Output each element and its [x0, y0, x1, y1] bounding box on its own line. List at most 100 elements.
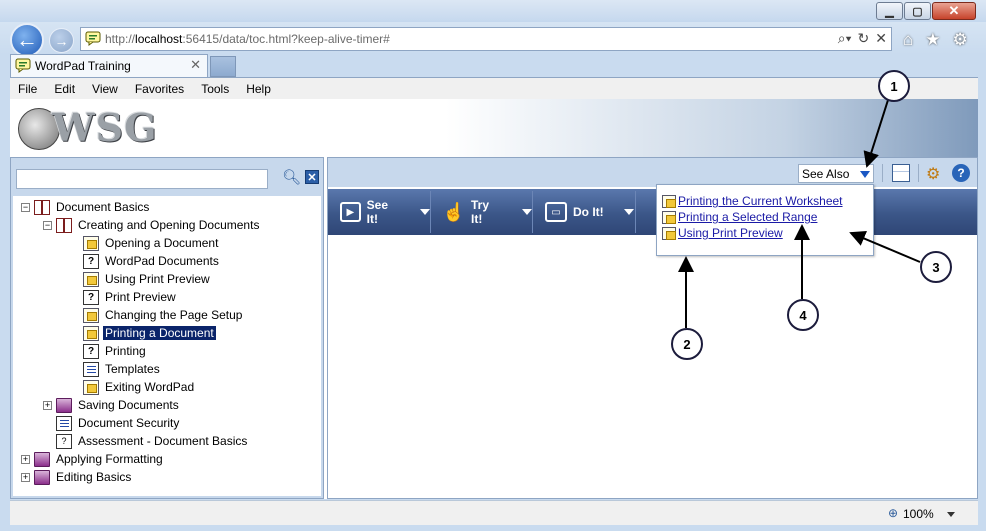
document-icon: [83, 361, 99, 377]
tab-close-icon[interactable]: ✕: [190, 57, 201, 73]
zoom-icon[interactable]: ⊕: [888, 506, 898, 520]
see-it-dropdown-icon[interactable]: [420, 209, 430, 215]
help-icon[interactable]: ?: [952, 164, 970, 182]
see-also-item[interactable]: Using Print Preview: [662, 225, 783, 241]
toc-item[interactable]: + Applying Formatting: [21, 450, 165, 468]
minimize-icon: ▁: [885, 5, 894, 18]
address-bar[interactable]: http://localhost:56415/data/toc.html?kee…: [80, 27, 892, 51]
see-also-item[interactable]: Printing a Selected Range: [662, 209, 817, 225]
topic-icon: [83, 235, 99, 251]
toc-item[interactable]: Using Print Preview: [83, 270, 212, 288]
gear-icon[interactable]: ⚙: [953, 30, 968, 50]
toc-item[interactable]: Exiting WordPad: [83, 378, 196, 396]
toc-item[interactable]: Opening a Document: [83, 234, 220, 252]
toc-search-input[interactable]: [16, 169, 268, 189]
close-window-button[interactable]: ✕: [932, 2, 976, 20]
settings-icon[interactable]: ⚙: [926, 164, 944, 183]
collapse-icon[interactable]: −: [43, 220, 52, 230]
page-content: WSG 🔍︎ ✕ − Document Basics − Creating and O…: [10, 99, 978, 499]
see-also-popup: Printing the Current Worksheet Printing …: [656, 184, 874, 256]
assessment-icon: ?: [56, 433, 72, 449]
see-also-item[interactable]: Printing the Current Worksheet: [662, 193, 843, 209]
menu-view[interactable]: View: [92, 82, 118, 96]
do-it-label: Do It!: [573, 205, 604, 219]
maximize-button[interactable]: ▢: [904, 2, 931, 20]
book-icon: [56, 397, 72, 413]
do-it-icon: ▭: [545, 202, 567, 222]
zoom-level[interactable]: 100%: [903, 507, 934, 521]
tab-title: WordPad Training: [35, 59, 131, 73]
toc-item[interactable]: Printing a Document: [83, 324, 216, 342]
status-bar: ⊕ 100%: [10, 500, 978, 525]
see-also-link[interactable]: Printing the Current Worksheet: [678, 194, 843, 208]
help-page-icon: ?: [83, 289, 99, 305]
topic-icon: [662, 194, 676, 208]
search-dropdown-icon[interactable]: ⌕▾: [838, 30, 852, 47]
collapse-icon[interactable]: −: [21, 202, 30, 212]
try-it-dropdown-icon[interactable]: [522, 209, 532, 215]
topic-icon: [662, 210, 676, 224]
back-button[interactable]: ←: [10, 23, 44, 57]
toc-item-label: Printing: [105, 344, 146, 358]
expand-icon[interactable]: +: [21, 472, 30, 482]
see-also-dropdown[interactable]: See Also: [798, 164, 874, 183]
toc-item[interactable]: + Saving Documents: [43, 396, 181, 414]
search-icon[interactable]: 🔍︎: [282, 168, 301, 186]
menu-help[interactable]: Help: [246, 82, 271, 96]
site-favicon-icon: [85, 31, 101, 46]
toc-item-label: Printing a Document: [103, 326, 216, 340]
expand-icon[interactable]: +: [21, 454, 30, 464]
toc-item[interactable]: ? Assessment - Document Basics: [43, 432, 249, 450]
callout-2: 2: [671, 328, 703, 360]
browser-toolbar-icons: ⌂ ★ ⚙: [903, 30, 968, 50]
try-it-button[interactable]: ☝ Try It!: [431, 191, 533, 233]
refresh-icon[interactable]: ↻: [858, 30, 870, 47]
window-titlebar: ▁ ▢ ✕: [0, 0, 986, 22]
toolbar-divider: [882, 164, 883, 182]
toc-item[interactable]: Templates: [83, 360, 162, 378]
toc-item[interactable]: ? Print Preview: [83, 288, 178, 306]
toc-item[interactable]: − Creating and Opening Documents: [43, 216, 261, 234]
do-it-dropdown-icon[interactable]: [623, 209, 634, 215]
clear-search-icon[interactable]: ✕: [305, 170, 319, 184]
home-icon[interactable]: ⌂: [903, 30, 913, 50]
zoom-dropdown-icon[interactable]: [947, 512, 955, 517]
toc-item[interactable]: ? WordPad Documents: [83, 252, 221, 270]
topic-icon: [83, 379, 99, 395]
toc-item-label: Applying Formatting: [56, 452, 163, 466]
see-it-button[interactable]: ▶ See It!: [328, 191, 431, 233]
window-controls: ▁ ▢ ✕: [875, 2, 976, 20]
split-view-icon[interactable]: [892, 164, 910, 182]
address-tools: ⌕▾ ↻ ✕: [838, 30, 887, 47]
chevron-down-icon[interactable]: [860, 171, 870, 178]
toc-item[interactable]: ? Printing: [83, 342, 148, 360]
brand-logo: WSG: [52, 105, 158, 150]
see-also-link[interactable]: Using Print Preview: [678, 226, 783, 240]
toc-item-label: Exiting WordPad: [105, 380, 195, 394]
menu-tools[interactable]: Tools: [201, 82, 229, 96]
tab-strip: WordPad Training ✕: [0, 54, 986, 77]
address-domain: localhost: [135, 32, 183, 46]
topic-icon: [83, 325, 99, 341]
toc-item-label: Templates: [105, 362, 160, 376]
book-icon: [34, 469, 50, 485]
favorites-star-icon[interactable]: ★: [925, 30, 940, 50]
new-tab-button[interactable]: [210, 56, 236, 77]
expand-icon[interactable]: +: [43, 400, 52, 410]
stop-icon[interactable]: ✕: [875, 30, 887, 47]
toc-item[interactable]: − Document Basics: [21, 198, 151, 216]
menu-favorites[interactable]: Favorites: [135, 82, 184, 96]
minimize-button[interactable]: ▁: [876, 2, 903, 20]
see-also-label: See Also: [802, 167, 850, 181]
forward-button[interactable]: →: [49, 28, 74, 53]
see-also-link[interactable]: Printing a Selected Range: [678, 210, 817, 224]
menu-edit[interactable]: Edit: [54, 82, 75, 96]
tab-wordpad-training[interactable]: WordPad Training ✕: [10, 54, 208, 77]
do-it-button[interactable]: ▭ Do It!: [533, 191, 636, 233]
menu-file[interactable]: File: [18, 82, 37, 96]
toc-item[interactable]: + Editing Basics: [21, 468, 133, 486]
toc-item[interactable]: Document Security: [43, 414, 181, 432]
address-url: http://localhost:56415/data/toc.html?kee…: [105, 32, 390, 46]
toolbar-divider: [918, 164, 919, 182]
toc-item[interactable]: Changing the Page Setup: [83, 306, 244, 324]
